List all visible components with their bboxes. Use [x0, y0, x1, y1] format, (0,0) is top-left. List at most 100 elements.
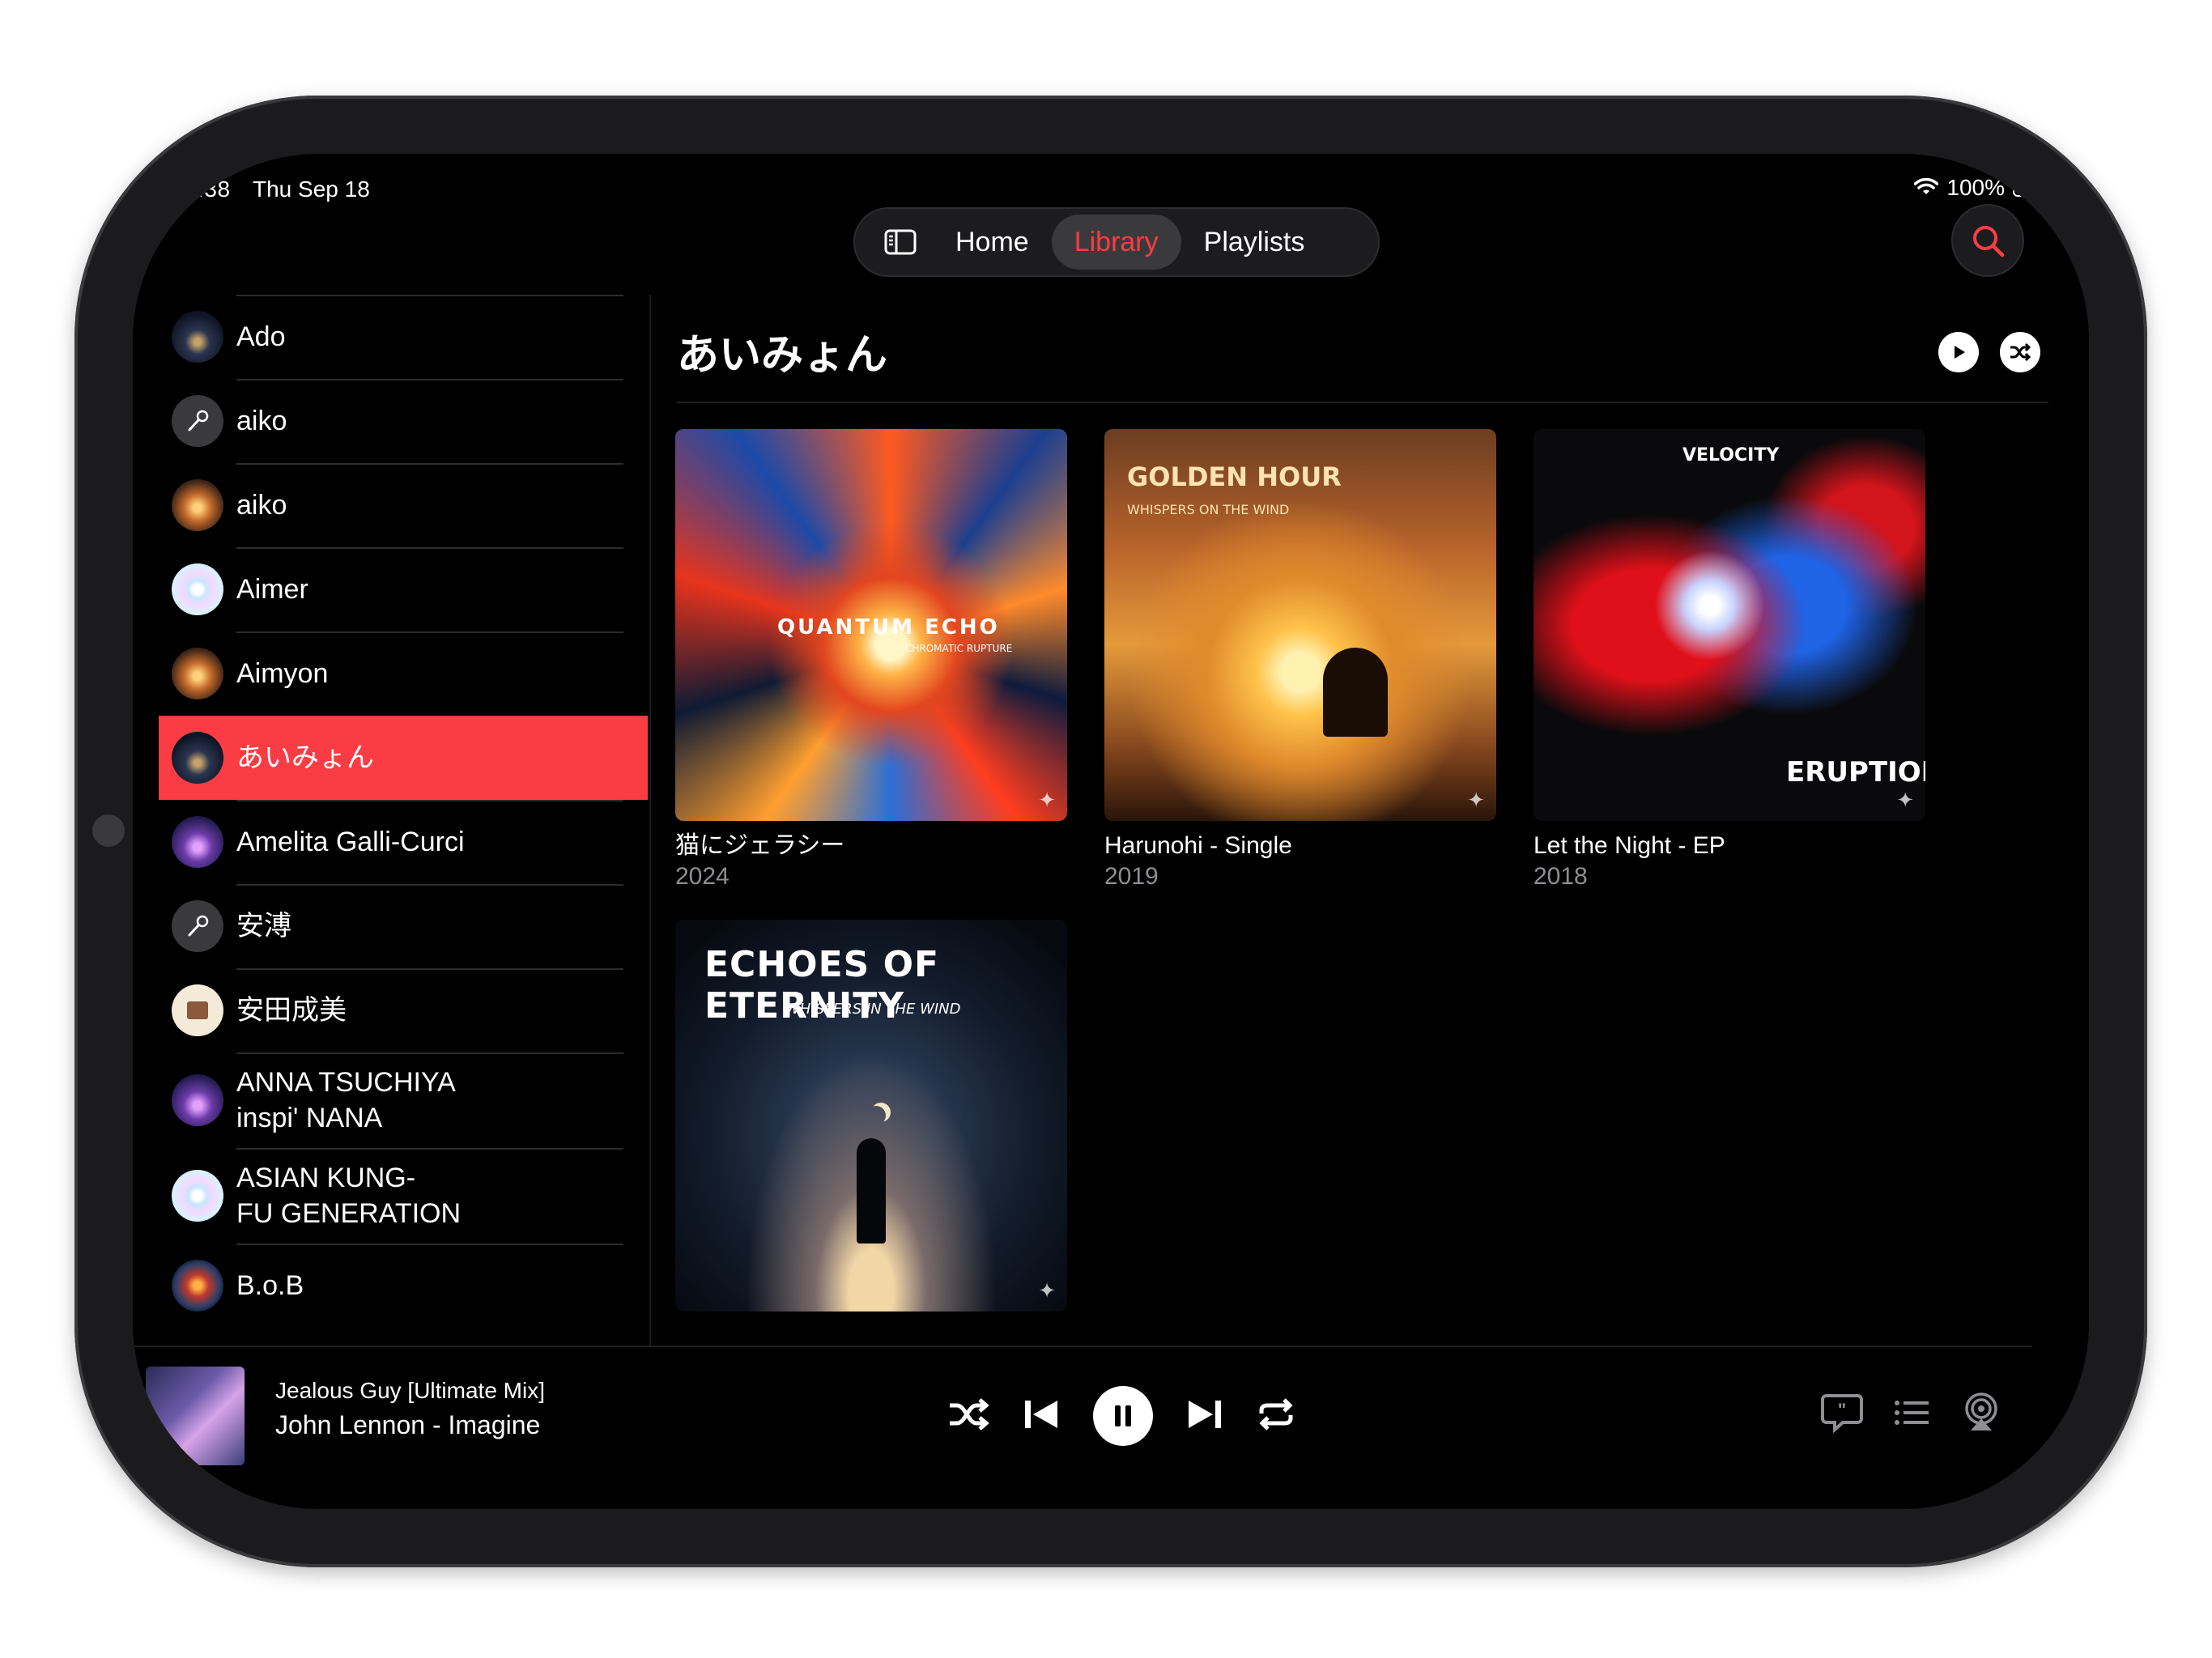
artist-row[interactable]: ANNA TSUCHIYA inspi' NANA: [159, 1052, 648, 1148]
album-art: VELOCITY ERUPTION ✦: [1534, 429, 1925, 821]
status-right: 100%: [1914, 175, 2052, 201]
album-year: 2024: [675, 863, 730, 890]
previous-button[interactable]: [1022, 1397, 1061, 1435]
artist-avatar: [172, 395, 223, 447]
airplay-button[interactable]: [1961, 1392, 2001, 1437]
repeat-button[interactable]: [1257, 1397, 1295, 1435]
album-title: Let the Night - EP: [1534, 832, 1725, 859]
wifi-icon: [1914, 178, 1939, 194]
artist-row-selected[interactable]: あいみょん: [159, 716, 648, 800]
artist-avatar: [172, 648, 223, 699]
play-icon: [1955, 346, 1965, 359]
artist-name: Amelita Galli-Curci: [236, 827, 465, 857]
album-art-subtext: CHROMATIC RUPTURE: [905, 643, 1013, 654]
artist-sidebar: Ado aiko aiko Aimer Aimyon あいみょん Amelita…: [159, 295, 648, 1346]
screen: 22:38 Thu Sep 18 100% Home Library Playl…: [133, 154, 2089, 1509]
album-card[interactable]: GOLDEN HOUR WHISPERS ON THE WIND ✦ Harun…: [1104, 429, 1496, 892]
moon: [866, 1106, 886, 1125]
status-date: Thu Sep 18: [253, 176, 370, 202]
svg-text:": ": [1838, 1400, 1846, 1420]
album-year: 2018: [1534, 863, 1588, 890]
artist-name: B.o.B: [236, 1270, 304, 1301]
shuffle-icon: [2010, 342, 2031, 362]
album-title: 猫にジェラシー: [675, 831, 845, 860]
top-nav: Home Library Playlists: [853, 207, 1380, 277]
album-card[interactable]: ECHOES OF ETERNITY WHISPERS IN THE WIND …: [675, 920, 1067, 1312]
album-card[interactable]: VELOCITY ERUPTION ✦ Let the Night - EP 2…: [1534, 429, 1925, 892]
queue-list-icon: [1895, 1401, 1929, 1425]
sparkle-icon: ✦: [1038, 1278, 1056, 1303]
artist-row[interactable]: ASIAN KUNG- FU GENERATION: [159, 1148, 648, 1244]
album-art-subtext: WHISPERS ON THE WIND: [1127, 502, 1290, 517]
player-divider: [133, 1346, 2032, 1347]
album-title: Harunohi - Single: [1104, 832, 1292, 859]
artist-name: あいみょん: [236, 742, 374, 774]
search-icon: [1973, 226, 2005, 257]
artist-row[interactable]: Aimyon: [159, 631, 648, 716]
battery-icon: [2013, 179, 2052, 197]
artist-avatar: [172, 900, 223, 952]
tab-playlists[interactable]: Playlists: [1181, 215, 1328, 270]
transport-controls: [947, 1386, 1295, 1446]
front-camera: [92, 814, 125, 847]
album-art: QUANTUM ECHO CHROMATIC RUPTURE ✦: [675, 429, 1067, 821]
status-bar: 22:38 Thu Sep 18 100%: [133, 165, 2089, 202]
lyrics-button[interactable]: ": [1820, 1392, 1864, 1437]
tab-library[interactable]: Library: [1051, 215, 1181, 270]
shuffle-button[interactable]: [947, 1397, 989, 1435]
silhouette: [857, 1138, 886, 1244]
pause-icon: [1115, 1405, 1131, 1426]
artist-title: あいみょん: [677, 331, 888, 380]
artist-row[interactable]: aiko: [159, 379, 648, 463]
album-card[interactable]: QUANTUM ECHO CHROMATIC RUPTURE ✦ 猫にジェラシー…: [675, 429, 1067, 892]
artist-row[interactable]: Aimer: [159, 547, 648, 631]
artist-name: Aimer: [236, 574, 308, 605]
artist-name: ANNA TSUCHIYA inspi' NANA: [236, 1067, 456, 1133]
album-art: GOLDEN HOUR WHISPERS ON THE WIND ✦: [1104, 429, 1496, 821]
player-extra-controls: ": [1820, 1392, 2001, 1437]
artist-avatar: [172, 1170, 223, 1222]
album-year: 2019: [1104, 863, 1159, 890]
now-playing-title[interactable]: Jealous Guy [Ultimate Mix]: [275, 1378, 545, 1404]
battery-percent: 100%: [1946, 175, 2005, 200]
next-button[interactable]: [1185, 1397, 1224, 1435]
artist-name: Aimyon: [236, 658, 329, 689]
sidebar-toggle-button[interactable]: [868, 218, 933, 266]
sparkle-icon: ✦: [1467, 788, 1485, 812]
repeat-icon: [1259, 1397, 1293, 1431]
artist-avatar: [172, 984, 223, 1036]
artist-avatar: [172, 311, 223, 363]
artist-name: ASIAN KUNG- FU GENERATION: [236, 1163, 462, 1229]
sparkle-icon: ✦: [1896, 788, 1914, 812]
play-all-button[interactable]: [1938, 332, 1979, 372]
lyrics-icon: ": [1821, 1394, 1863, 1434]
album-art-subtext: ERUPTION: [1786, 756, 1925, 789]
album-art-text: QUANTUM ECHO: [777, 615, 1000, 640]
sidebar-divider: [649, 295, 651, 1346]
silhouette: [1323, 648, 1388, 737]
header-divider: [677, 402, 2048, 403]
now-playing-artwork[interactable]: [146, 1367, 245, 1465]
tab-home[interactable]: Home: [933, 215, 1052, 270]
album-art-text: VELOCITY: [1682, 445, 1780, 466]
artist-row[interactable]: B.o.B: [159, 1244, 648, 1328]
queue-button[interactable]: [1893, 1397, 1932, 1433]
shuffle-all-button[interactable]: [2000, 332, 2040, 372]
now-playing-artist[interactable]: John Lennon - Imagine: [275, 1410, 540, 1440]
sidebar-icon: [884, 229, 917, 255]
artist-row[interactable]: 安溥: [159, 884, 648, 968]
album-art: ECHOES OF ETERNITY WHISPERS IN THE WIND …: [675, 920, 1067, 1312]
pause-button[interactable]: [1093, 1386, 1153, 1446]
artist-avatar: [172, 563, 223, 615]
artist-row[interactable]: Ado: [159, 295, 648, 379]
artist-row[interactable]: aiko: [159, 463, 648, 547]
status-time: 22:38: [172, 176, 231, 202]
artist-name: aiko: [236, 490, 287, 521]
search-button[interactable]: [1951, 204, 2024, 277]
artist-row[interactable]: 安田成美: [159, 968, 648, 1052]
microphone-icon: [188, 915, 209, 937]
previous-track-icon: [1025, 1400, 1057, 1428]
artist-avatar: [172, 1260, 223, 1312]
artist-name: 安溥: [236, 910, 291, 942]
artist-row[interactable]: Amelita Galli-Curci: [159, 800, 648, 884]
